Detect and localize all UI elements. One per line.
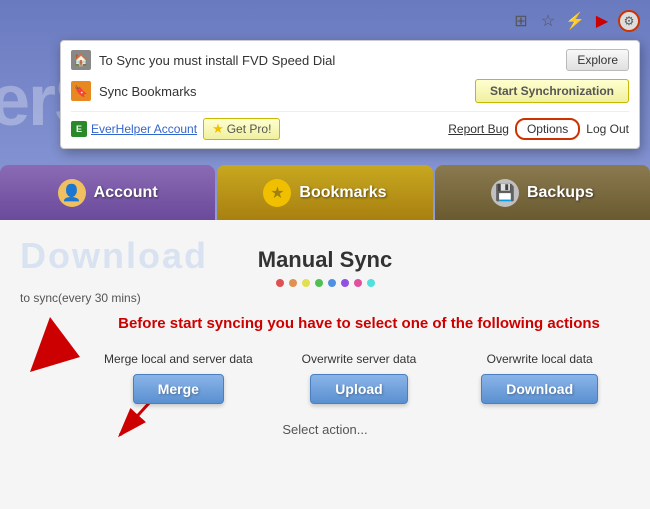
popup-sync-row: 🔖 Sync Bookmarks Start Synchronization bbox=[71, 79, 629, 103]
progress-dot bbox=[276, 279, 284, 287]
getpro-button[interactable]: ★ Get Pro! bbox=[203, 118, 280, 140]
popup-row3-right: Report Bug Options Log Out bbox=[448, 118, 629, 140]
popup-fvd-left: 🏠 To Sync you must install FVD Speed Dia… bbox=[71, 50, 335, 70]
tab-account-label: Account bbox=[94, 184, 158, 202]
upload-col: Overwrite server data Upload bbox=[269, 352, 450, 404]
tab-bar: 👤 Account ★ Bookmarks 💾 Backups bbox=[0, 165, 650, 220]
bookmarks-icon: ★ bbox=[263, 179, 291, 207]
download-label: Overwrite local data bbox=[487, 352, 593, 366]
merge-col: Merge local and server data Merge bbox=[88, 352, 269, 404]
everhelper-label: EverHelper Account bbox=[91, 122, 197, 136]
report-bug-button[interactable]: Report Bug bbox=[448, 122, 509, 136]
youtube-icon[interactable]: ▶ bbox=[591, 10, 613, 32]
tab-backups[interactable]: 💾 Backups bbox=[435, 165, 650, 220]
download-col: Overwrite local data Download bbox=[449, 352, 630, 404]
star-icon[interactable]: ☆ bbox=[537, 10, 559, 32]
sync-popup: 🏠 To Sync you must install FVD Speed Dia… bbox=[60, 40, 640, 149]
progress-dot bbox=[302, 279, 310, 287]
everhelper-icon: E bbox=[71, 121, 87, 137]
popup-fvd-row: 🏠 To Sync you must install FVD Speed Dia… bbox=[71, 49, 629, 71]
download-button[interactable]: Download bbox=[481, 374, 598, 404]
tab-bookmarks[interactable]: ★ Bookmarks bbox=[217, 165, 432, 220]
upload-button[interactable]: Upload bbox=[310, 374, 407, 404]
popup-sync-left: 🔖 Sync Bookmarks bbox=[71, 81, 197, 101]
star-icon-small: ★ bbox=[212, 121, 224, 137]
start-sync-button[interactable]: Start Synchronization bbox=[475, 79, 629, 103]
manual-sync-title: Manual Sync bbox=[20, 247, 630, 273]
home-icon: 🏠 bbox=[71, 50, 91, 70]
upload-label: Overwrite server data bbox=[302, 352, 417, 366]
merge-button[interactable]: Merge bbox=[133, 374, 224, 404]
tab-backups-label: Backups bbox=[527, 184, 594, 202]
warning-message: Before start syncing you have to select … bbox=[118, 315, 600, 332]
sync-status: to sync(every 30 mins) bbox=[20, 291, 630, 305]
bookmark-icon: 🔖 bbox=[71, 81, 91, 101]
sync-bookmarks-label: Sync Bookmarks bbox=[99, 84, 197, 99]
lightning-icon[interactable]: ⚡ bbox=[564, 10, 586, 32]
account-icon: 👤 bbox=[58, 179, 86, 207]
grid-icon[interactable]: ⊞ bbox=[510, 10, 532, 32]
gear-icon[interactable]: ⚙ bbox=[618, 10, 640, 32]
warning-arrow bbox=[20, 317, 80, 377]
backups-icon: 💾 bbox=[491, 179, 519, 207]
content-panel: Download Manual Sync to sync(every 30 mi… bbox=[0, 220, 650, 509]
progress-dot bbox=[367, 279, 375, 287]
everhelper-button[interactable]: E EverHelper Account bbox=[71, 121, 197, 137]
popup-links-row: E EverHelper Account ★ Get Pro! Report B… bbox=[71, 111, 629, 140]
merge-label: Merge local and server data bbox=[104, 352, 253, 366]
progress-dot bbox=[289, 279, 297, 287]
sync-actions: Merge local and server data Merge Overwr… bbox=[88, 352, 630, 404]
tab-bookmarks-label: Bookmarks bbox=[299, 184, 386, 202]
tab-account[interactable]: 👤 Account bbox=[0, 165, 215, 220]
warning-text: Before start syncing you have to select … bbox=[20, 313, 630, 334]
browser-toolbar: ⊞ ☆ ⚡ ▶ ⚙ bbox=[510, 10, 640, 32]
progress-dot bbox=[315, 279, 323, 287]
options-button[interactable]: Options bbox=[515, 118, 580, 140]
progress-dot bbox=[354, 279, 362, 287]
getpro-label: Get Pro! bbox=[227, 122, 272, 136]
logout-button[interactable]: Log Out bbox=[586, 122, 629, 136]
explore-button[interactable]: Explore bbox=[566, 49, 629, 71]
progress-dot bbox=[341, 279, 349, 287]
fvd-message: To Sync you must install FVD Speed Dial bbox=[99, 53, 335, 68]
progress-dots bbox=[20, 279, 630, 287]
select-action-text: Select action... bbox=[20, 422, 630, 437]
progress-dot bbox=[328, 279, 336, 287]
